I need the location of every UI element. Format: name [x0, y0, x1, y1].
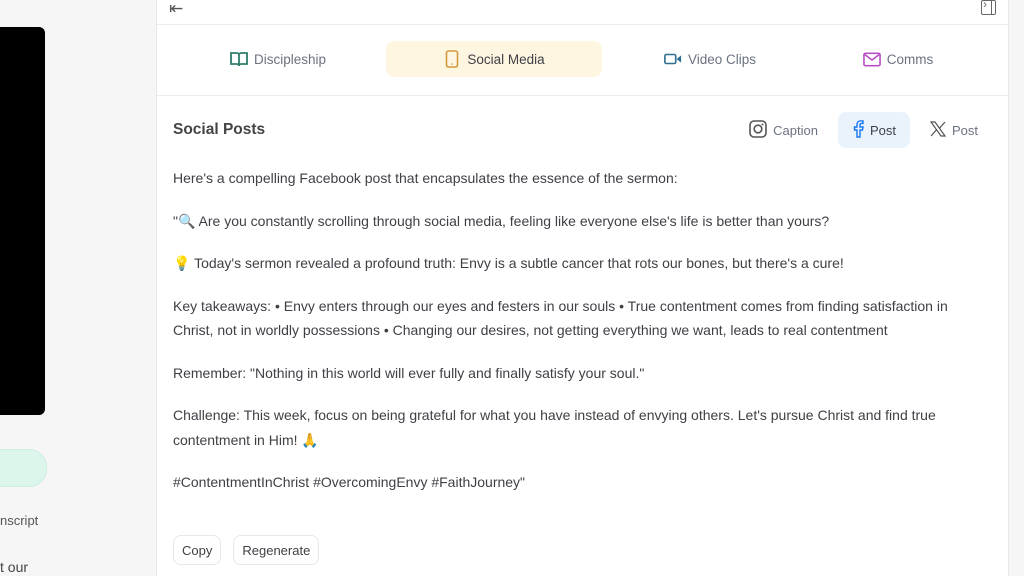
facebook-post-button[interactable]: Post: [837, 112, 910, 148]
tab-label: Comms: [886, 51, 934, 67]
post-line: "🔍 Are you constantly scrolling through …: [173, 212, 830, 229]
transcript-label: nscript: [0, 513, 39, 528]
left-panel: nscript t our: [0, 0, 156, 576]
post-line: 💡 Today's sermon revealed a profound tru…: [173, 255, 844, 271]
x-post-button[interactable]: Post: [916, 112, 992, 148]
video-player[interactable]: [0, 27, 45, 415]
transcript-text: t our: [0, 559, 29, 575]
post-intro: Here's a compelling Facebook post that e…: [173, 170, 678, 186]
copy-button[interactable]: Copy: [173, 535, 222, 565]
tab-comms[interactable]: Comms: [793, 41, 1003, 77]
post-hashtags: #ContentmentInChrist #OvercomingEnvy #Fa…: [173, 474, 526, 490]
platform-switcher: Caption Post Post: [735, 112, 992, 148]
phone-icon: [443, 50, 461, 68]
tab-bar: Discipleship Social Media Video Clips Co…: [157, 25, 1008, 96]
tab-label: Video Clips: [687, 51, 757, 67]
post-takeaways: Key takeaways: • Envy enters through our…: [173, 297, 948, 339]
tab-discipleship[interactable]: Discipleship: [173, 41, 383, 77]
platform-label: Caption: [773, 122, 818, 138]
facebook-icon: [852, 119, 864, 141]
content-panel: ⇤ Discipleship Social Media Video Clips: [156, 0, 1009, 576]
post-remember: Remember: "Nothing in this world will ev…: [173, 364, 645, 381]
regenerate-button[interactable]: Regenerate: [233, 535, 320, 565]
x-icon: [929, 120, 947, 140]
expand-right-icon[interactable]: [981, 0, 996, 15]
mail-icon: [862, 50, 881, 68]
instagram-caption-button[interactable]: Caption: [735, 112, 832, 148]
instagram-icon: [749, 119, 767, 141]
tab-video-clips[interactable]: Video Clips: [605, 41, 815, 77]
post-actions: Copy Regenerate: [173, 535, 320, 565]
post-challenge: Challenge: This week, focus on being gra…: [173, 407, 936, 448]
transcript-button[interactable]: [0, 449, 47, 487]
collapse-left-icon[interactable]: ⇤: [169, 0, 183, 18]
video-icon: [664, 50, 682, 68]
book-icon: [230, 50, 248, 68]
section-title: Social Posts: [173, 121, 266, 138]
platform-label: Post: [869, 122, 896, 138]
panel-topbar: ⇤: [157, 0, 1008, 25]
platform-label: Post: [951, 122, 978, 138]
tab-label: Social Media: [467, 51, 545, 67]
tab-label: Discipleship: [253, 51, 327, 67]
post-content: Here's a compelling Facebook post that e…: [173, 166, 983, 513]
tab-social-media[interactable]: Social Media: [386, 41, 602, 77]
